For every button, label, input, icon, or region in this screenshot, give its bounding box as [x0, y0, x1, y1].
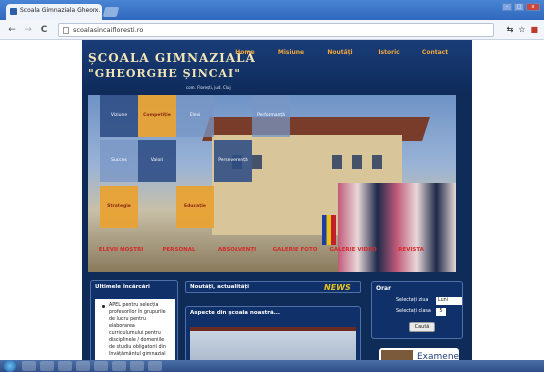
exams-link[interactable]: Examene	[379, 348, 459, 360]
schedule-title: Orar	[376, 285, 392, 292]
menu-absolventi[interactable]: ABSOLVENȚI	[208, 245, 266, 255]
back-button[interactable]: ←	[6, 24, 18, 36]
bookmark-star-icon[interactable]: ☆	[518, 24, 525, 36]
site-header: ȘCOALA GIMNAZIALĂ "GHEORGHE ȘINCAI" com.…	[82, 40, 472, 95]
nav-misiune[interactable]: Misiune	[268, 48, 314, 58]
class-select[interactable]: 5	[436, 308, 446, 316]
news-bar: Noutăți, actualități NEWS	[185, 281, 361, 293]
taskbar-app-icon[interactable]	[130, 361, 144, 371]
tile-valori[interactable]: Valori	[138, 140, 176, 182]
taskbar-app-icon[interactable]	[112, 361, 126, 371]
taskbar-app-icon[interactable]	[148, 361, 162, 371]
tile-perseverenta[interactable]: Perseverență	[214, 140, 252, 182]
window	[352, 155, 362, 169]
minimize-icon[interactable]: –	[502, 3, 512, 11]
menu-galerie-foto[interactable]: GALERIE FOTO	[266, 245, 324, 255]
reload-button[interactable]: C	[38, 24, 50, 36]
menu-revista[interactable]: REVISTA	[382, 245, 440, 255]
close-window-icon[interactable]: x	[526, 3, 540, 11]
menu-elevii-nostri[interactable]: ELEVII NOȘTRI	[92, 245, 150, 255]
school-aspects-box: Aspecte din școala noastră...	[185, 306, 361, 360]
exams-label: Examene	[417, 352, 460, 360]
browser-tab-bar: Scoala Gimnaziala Gheor... × – □ x	[0, 0, 544, 20]
nav-contact[interactable]: Contact	[412, 48, 458, 58]
tile-succes[interactable]: Succes	[100, 140, 138, 182]
school-aspects-photo[interactable]	[190, 327, 356, 360]
taskbar-app-icon[interactable]	[22, 361, 36, 371]
tab-title: Scoala Gimnaziala Gheor...	[20, 7, 101, 14]
school-aspects-title: Aspecte din școala noastră...	[190, 310, 280, 316]
toolbar-right: ⇆ ☆ ■	[507, 24, 538, 36]
tile-viziune[interactable]: Viziune	[100, 95, 138, 137]
menu-personal[interactable]: PERSONAL	[150, 245, 208, 255]
forward-button[interactable]: →	[22, 24, 34, 36]
class-label: Selectați clasa	[396, 309, 431, 314]
start-button[interactable]	[4, 360, 16, 372]
page-icon	[63, 27, 69, 34]
maximize-icon[interactable]: □	[514, 3, 524, 11]
window	[332, 155, 342, 169]
taskbar-app-icon[interactable]	[76, 361, 90, 371]
taskbar-app-icon[interactable]	[58, 361, 72, 371]
browser-tab[interactable]: Scoala Gimnaziala Gheor... ×	[6, 4, 102, 20]
window-controls: – □ x	[502, 3, 540, 11]
tile-performanta[interactable]: Performanță	[252, 95, 290, 137]
taskbar-app-icon[interactable]	[94, 361, 108, 371]
tile-educatie[interactable]: Educație	[176, 186, 214, 228]
day-select[interactable]: Luni	[436, 297, 462, 305]
url-text: scoalasincaifloresti.ro	[73, 26, 144, 34]
site-container: ȘCOALA GIMNAZIALĂ "GHEORGHE ȘINCAI" com.…	[82, 40, 472, 360]
day-label: Selectați ziua	[396, 298, 429, 303]
menu-galerie-video[interactable]: GALERIE VIDEO	[324, 245, 382, 255]
top-nav: Home Misiune Noutăți Istoric Contact	[222, 48, 458, 58]
os-taskbar	[0, 360, 544, 372]
favicon-icon	[10, 8, 17, 15]
students-photo	[338, 183, 456, 272]
latest-uploads-box: Ultimele încărcări APEL pentru selecția …	[90, 280, 178, 360]
tile-strategie[interactable]: Strategie	[100, 186, 138, 228]
search-button[interactable]: Caută	[409, 322, 435, 332]
news-badge-image: NEWS	[324, 283, 351, 292]
latest-uploads-title: Ultimele încărcări	[95, 284, 150, 290]
section-menu: ELEVII NOȘTRI PERSONAL ABSOLVENȚI GALERI…	[92, 245, 440, 255]
window	[252, 155, 262, 169]
extension-icon[interactable]: ■	[530, 24, 538, 36]
taskbar-app-icon[interactable]	[40, 361, 54, 371]
browser-toolbar: ← → C scoalasincaifloresti.ro ⇆ ☆ ■	[0, 20, 544, 40]
window	[372, 155, 382, 169]
tile-elevi[interactable]: Elevi	[176, 95, 214, 137]
latest-uploads-item[interactable]: APEL pentru selecția profesorilor în gru…	[95, 299, 175, 360]
schedule-box: Orar Selectați ziua Luni Selectați clasa…	[371, 281, 463, 339]
nav-noutati[interactable]: Noutăți	[314, 48, 366, 58]
exams-thumbnail	[381, 350, 413, 360]
nav-istoric[interactable]: Istoric	[366, 48, 412, 58]
new-tab-button[interactable]	[102, 7, 120, 17]
news-title: Noutăți, actualități	[190, 284, 250, 290]
page-viewport: ȘCOALA GIMNAZIALĂ "GHEORGHE ȘINCAI" com.…	[0, 40, 544, 360]
site-title-line2: "GHEORGHE ȘINCAI"	[88, 67, 241, 80]
flag	[322, 215, 336, 245]
address-bar[interactable]: scoalasincaifloresti.ro	[58, 23, 494, 37]
tile-competitie[interactable]: Competiție	[138, 95, 176, 137]
nav-home[interactable]: Home	[222, 48, 268, 58]
close-tab-icon[interactable]: ×	[94, 4, 99, 18]
site-subtitle: com. Florești, jud. Cluj	[186, 85, 231, 90]
translate-icon[interactable]: ⇆	[507, 24, 514, 36]
